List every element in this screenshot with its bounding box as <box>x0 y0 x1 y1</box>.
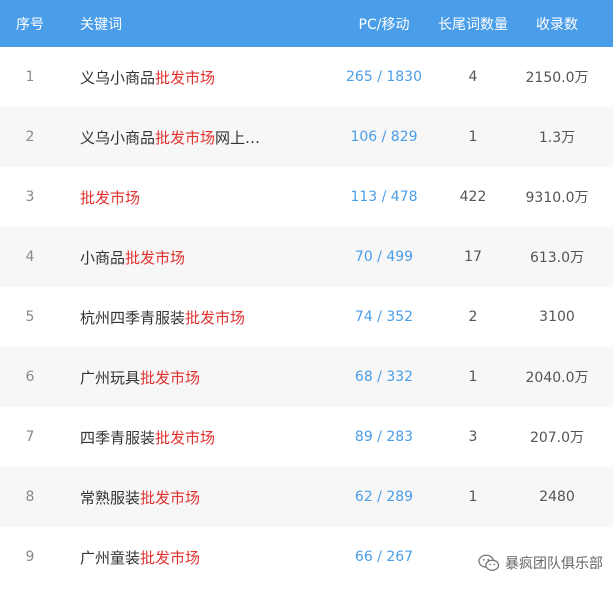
table-row[interactable]: 6 广州玩具 批发市场 68 / 332 1 2040.0万 <box>0 347 613 407</box>
table-body: 1 义乌小商品 批发市场 265 / 1830 4 2150.0万 2 义乌小商品… <box>0 47 613 587</box>
table-row[interactable]: 8 常熟服装 批发市场 62 / 289 1 2480 <box>0 467 613 527</box>
row-keyword[interactable]: 四季青服装 批发市场 <box>80 407 310 467</box>
row-pc-mobile[interactable]: 106 / 829 <box>330 107 438 167</box>
header-indexed[interactable]: 收录数 <box>510 0 604 47</box>
row-indexed: 613.0万 <box>529 250 585 266</box>
header-pc-mobile[interactable]: PC/移动 <box>330 0 438 47</box>
keyword-table: 序号 关键词 PC/移动 长尾词数量 收录数 1 义乌小商品 批发市场 265 /… <box>0 0 613 587</box>
row-keyword[interactable]: 杭州四季青服装 批发市场 <box>80 287 310 347</box>
table-header: 序号 关键词 PC/移动 长尾词数量 收录数 <box>0 0 613 47</box>
row-index: 8 <box>25 489 35 505</box>
row-index: 6 <box>25 369 35 385</box>
row-pc-mobile[interactable]: 68 / 332 <box>330 347 438 407</box>
row-indexed: 2480 <box>539 489 575 505</box>
row-pc-mobile[interactable]: 66 / 267 <box>330 527 438 587</box>
row-index: 7 <box>25 429 35 445</box>
row-indexed: 2040.0万 <box>525 370 589 386</box>
row-longtail: 4 <box>468 69 478 85</box>
keyword-highlight: 批发市场 <box>125 248 186 267</box>
row-longtail: 1 <box>468 489 478 505</box>
row-longtail: 422 <box>459 189 487 205</box>
header-keyword[interactable]: 关键词 <box>80 0 310 47</box>
keyword-highlight: 批发市场 <box>140 548 201 567</box>
row-pc-mobile[interactable]: 62 / 289 <box>330 467 438 527</box>
row-pc-mobile[interactable]: 113 / 478 <box>330 167 438 227</box>
keyword-highlight: 批发市场 <box>155 68 216 87</box>
table-row[interactable]: 3 批发市场 113 / 478 422 9310.0万 <box>0 167 613 227</box>
keyword-highlight: 批发市场 <box>155 428 216 447</box>
keyword-prefix: 小商品 <box>80 248 126 267</box>
header-index[interactable]: 序号 <box>0 0 60 47</box>
row-longtail: 3 <box>468 429 478 445</box>
watermark-text: 暴疯团队俱乐部 <box>505 556 603 572</box>
row-index: 1 <box>25 69 35 85</box>
row-keyword[interactable]: 批发市场 <box>80 167 310 227</box>
row-longtail: 1 <box>468 369 478 385</box>
table-row[interactable]: 4 小商品 批发市场 70 / 499 17 613.0万 <box>0 227 613 287</box>
keyword-prefix: 四季青服装 <box>80 428 156 447</box>
keyword-prefix: 义乌小商品 <box>80 68 156 87</box>
row-index: 3 <box>25 189 35 205</box>
header-longtail[interactable]: 长尾词数量 <box>432 0 514 47</box>
row-keyword[interactable]: 义乌小商品 批发市场 <box>80 47 310 107</box>
row-indexed: 2150.0万 <box>525 70 589 86</box>
table-row[interactable]: 2 义乌小商品 批发市场 网上… 106 / 829 1 1.3万 <box>0 107 613 167</box>
row-index: 2 <box>25 129 35 145</box>
row-keyword[interactable]: 广州童装 批发市场 <box>80 527 310 587</box>
row-index: 4 <box>25 249 35 265</box>
keyword-highlight: 批发市场 <box>140 368 201 387</box>
row-index: 5 <box>25 309 35 325</box>
keyword-highlight: 批发市场 <box>80 188 141 207</box>
table-row[interactable]: 1 义乌小商品 批发市场 265 / 1830 4 2150.0万 <box>0 47 613 107</box>
row-indexed: 1.3万 <box>538 130 576 146</box>
keyword-prefix: 常熟服装 <box>80 488 141 507</box>
row-keyword[interactable]: 广州玩具 批发市场 <box>80 347 310 407</box>
keyword-prefix: 广州玩具 <box>80 368 141 387</box>
row-longtail: 17 <box>464 249 482 265</box>
row-indexed: 3100 <box>539 309 575 325</box>
row-pc-mobile[interactable]: 89 / 283 <box>330 407 438 467</box>
table-row[interactable]: 7 四季青服装 批发市场 89 / 283 3 207.0万 <box>0 407 613 467</box>
row-index: 9 <box>25 549 35 565</box>
row-indexed: 9310.0万 <box>525 190 589 206</box>
row-indexed: 207.0万 <box>529 430 585 446</box>
keyword-highlight: 批发市场 <box>140 488 201 507</box>
row-keyword[interactable]: 常熟服装 批发市场 <box>80 467 310 527</box>
row-pc-mobile[interactable]: 70 / 499 <box>330 227 438 287</box>
row-longtail: 1 <box>468 129 478 145</box>
row-longtail: 2 <box>468 309 478 325</box>
keyword-prefix: 义乌小商品 <box>80 128 156 147</box>
table-row[interactable]: 5 杭州四季青服装 批发市场 74 / 352 2 3100 <box>0 287 613 347</box>
keyword-suffix: 网上… <box>215 128 261 147</box>
watermark: 暴疯团队俱乐部 <box>474 551 607 575</box>
wechat-icon <box>478 554 500 571</box>
keyword-prefix: 广州童装 <box>80 548 141 567</box>
keyword-highlight: 批发市场 <box>185 308 246 327</box>
keyword-prefix: 杭州四季青服装 <box>80 308 186 327</box>
keyword-highlight: 批发市场 <box>155 128 216 147</box>
row-keyword[interactable]: 义乌小商品 批发市场 网上… <box>80 107 310 167</box>
row-pc-mobile[interactable]: 74 / 352 <box>330 287 438 347</box>
row-keyword[interactable]: 小商品 批发市场 <box>80 227 310 287</box>
row-pc-mobile[interactable]: 265 / 1830 <box>330 47 438 107</box>
